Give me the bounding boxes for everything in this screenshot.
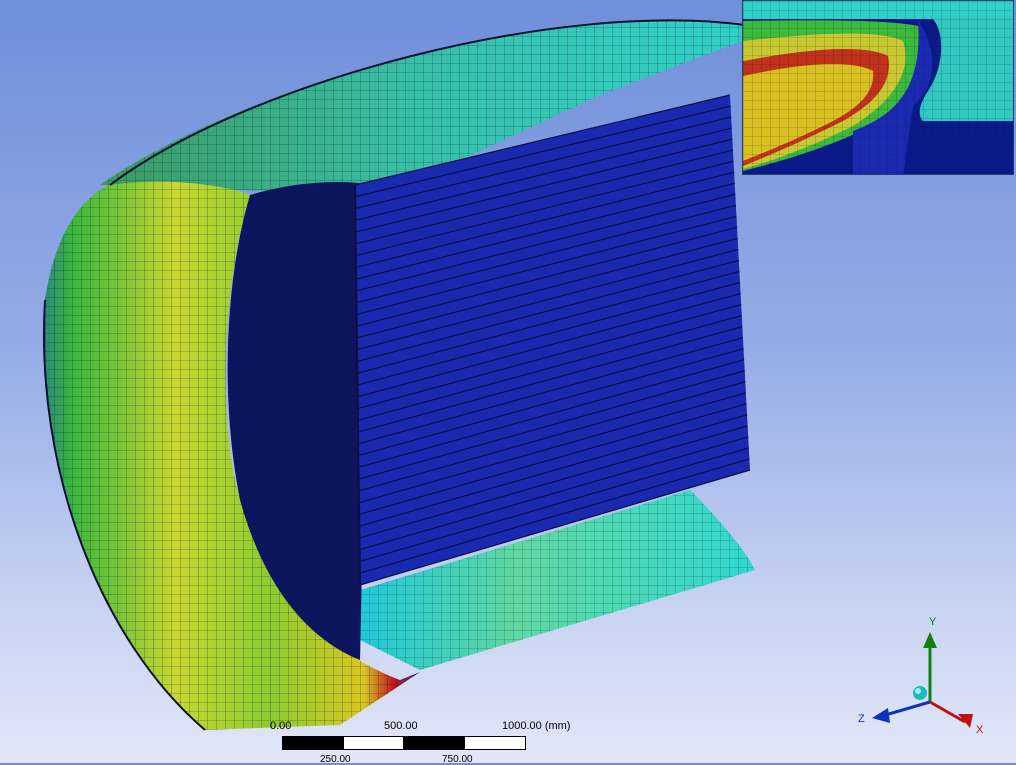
scale-bar: 0.00 500.00 1000.00 (mm) 250.00 750.00 (270, 718, 600, 765)
scale-label-0: 0.00 (270, 720, 292, 732)
y-axis-label: Y (929, 616, 937, 628)
scale-label-500: 500.00 (384, 720, 418, 732)
scale-segment-3 (403, 736, 465, 750)
scale-segment-2 (343, 736, 404, 750)
scale-segment-1 (282, 736, 344, 750)
axis-triad[interactable]: Y Z X (840, 610, 1010, 760)
scale-sub-label-750: 750.00 (442, 754, 473, 765)
scale-label-1000: 1000.00 (mm) (502, 720, 571, 732)
scale-sub-label-250: 250.00 (320, 754, 351, 765)
z-axis-label: Z (858, 713, 865, 725)
x-axis-label: X (976, 724, 984, 736)
scale-segment-4 (464, 736, 526, 750)
detail-inset-view[interactable] (742, 0, 1014, 175)
